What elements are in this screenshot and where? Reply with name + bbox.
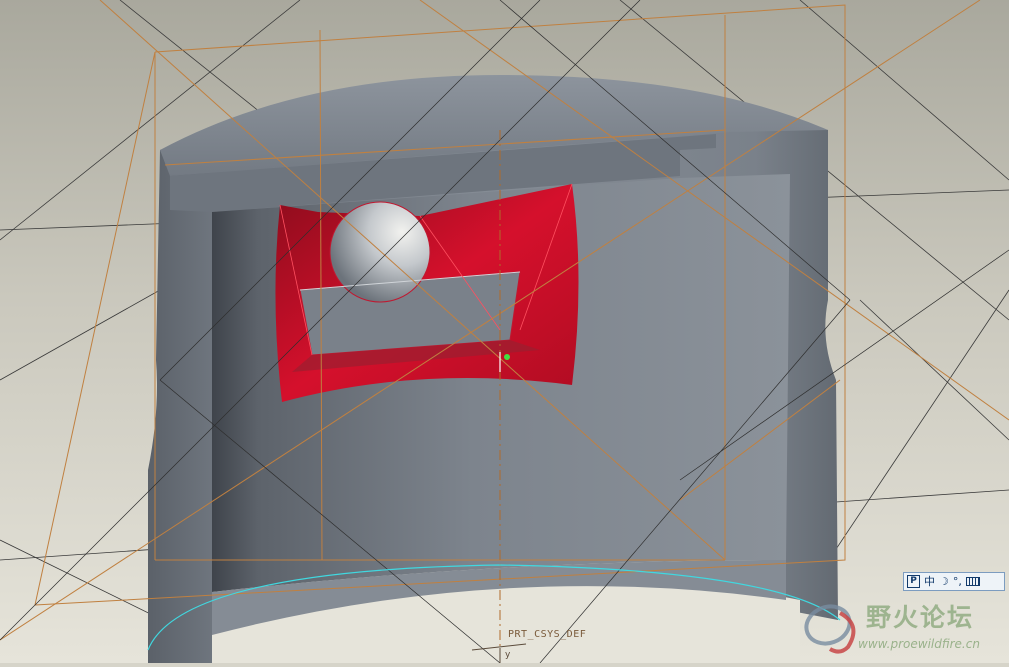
model-view[interactable]	[0, 0, 1009, 664]
ime-toolbar[interactable]: P 中 ☽ °,	[903, 572, 1005, 591]
watermark-title: 野火论坛	[866, 603, 975, 632]
ime-punctuation-toggle[interactable]: °,	[953, 576, 962, 587]
pin-hole	[329, 201, 431, 303]
ime-logo[interactable]: P	[907, 575, 920, 588]
watermark-logo-icon	[804, 604, 856, 654]
ime-language-toggle[interactable]: 中	[924, 576, 935, 587]
watermark-url: www.proewildfire.cn	[858, 637, 980, 651]
keyboard-icon[interactable]	[965, 577, 980, 586]
csys-label: PRT_CSYS_DEF	[508, 629, 587, 640]
watermark: 野火论坛 www.proewildfire.cn	[800, 595, 1006, 661]
csys-axis-label: y	[505, 650, 511, 660]
graphics-viewport[interactable]: PRT_CSYS_DEF y	[0, 0, 1009, 664]
pick-point-marker	[504, 354, 510, 360]
ime-width-toggle[interactable]: ☽	[939, 576, 949, 587]
